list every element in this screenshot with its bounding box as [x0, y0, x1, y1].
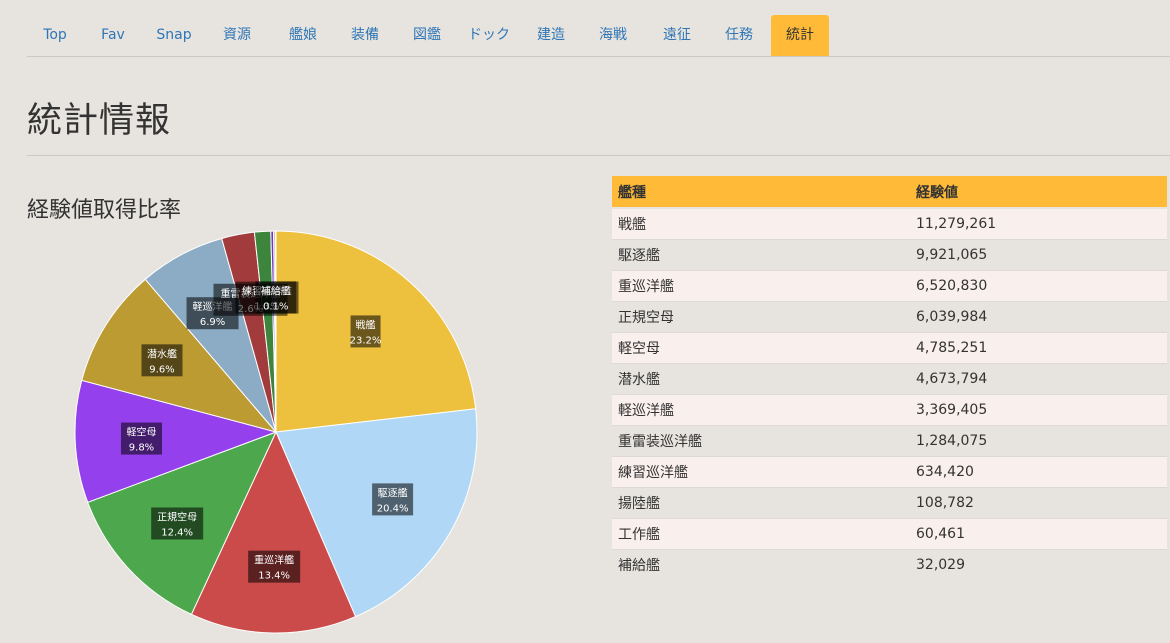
table-row: 戦艦 11,279,261 [612, 207, 1167, 240]
cell-ship-type: 重巡洋艦 [612, 270, 910, 302]
pie-label-percent-4: 9.8% [129, 443, 154, 454]
cell-exp: 4,673,794 [910, 363, 1167, 395]
page-title: 統計情報 [27, 101, 172, 141]
pie-label-name-0: 戦艦 [356, 318, 376, 331]
cell-ship-type: 揚陸艦 [612, 487, 910, 519]
cell-exp: 9,921,065 [910, 239, 1167, 271]
cell-exp: 108,782 [910, 487, 1167, 519]
table-row: 重雷装巡洋艦 1,284,075 [612, 425, 1167, 457]
table-row: 潜水艦 4,673,794 [612, 363, 1167, 395]
pie-label-5: 潜水艦 9.6% [141, 344, 183, 377]
nav-tab-12[interactable]: 統計 [771, 15, 829, 56]
cell-ship-type: 正規空母 [612, 301, 910, 333]
nav-tab-3[interactable]: 資源 [205, 15, 269, 56]
pie-label-11: 補給艦 0.1% [255, 281, 297, 314]
pie-label-percent-1: 20.4% [377, 503, 409, 514]
pie-label-percent-5: 9.6% [149, 364, 174, 375]
table-row: 軽巡洋艦 3,369,405 [612, 394, 1167, 426]
pie-label-2: 重巡洋艦 13.4% [248, 550, 301, 583]
pie-label-name-1: 駆逐艦 [378, 486, 408, 499]
table-row: 工作艦 60,461 [612, 518, 1167, 550]
cell-ship-type: 補給艦 [612, 549, 910, 580]
pie-label-name-11: 補給艦 [261, 284, 291, 297]
cell-exp: 32,029 [910, 549, 1167, 580]
nav-tab-1[interactable]: Fav [85, 15, 141, 56]
pie-label-percent-6: 6.9% [200, 317, 225, 328]
pie-label-4: 軽空母 9.8% [120, 422, 162, 455]
table-row: 軽空母 4,785,251 [612, 332, 1167, 364]
cell-exp: 1,284,075 [910, 425, 1167, 457]
nav-tab-0[interactable]: Top [27, 15, 83, 56]
nav-tab-4[interactable]: 艦娘 [271, 15, 335, 56]
nav-tab-2[interactable]: Snap [145, 15, 203, 56]
cell-ship-type: 戦艦 [612, 207, 910, 240]
exp-table: 艦種 経験値 戦艦 11,279,261 駆逐艦 9,921,065 重巡洋艦 6,520… [612, 176, 1167, 580]
cell-exp: 11,279,261 [910, 207, 1167, 240]
table-row: 補給艦 32,029 [612, 549, 1167, 580]
pie-label-1: 駆逐艦 20.4% [372, 483, 414, 516]
nav-tab-10[interactable]: 遠征 [645, 15, 709, 56]
cell-ship-type: 軽巡洋艦 [612, 394, 910, 426]
header-exp: 経験値 [910, 176, 1167, 209]
pie-label-percent-3: 12.4% [161, 527, 193, 538]
cell-ship-type: 駆逐艦 [612, 239, 910, 271]
pie-label-0: 戦艦 23.2% [350, 315, 382, 348]
table-row: 正規空母 6,039,984 [612, 301, 1167, 333]
nav-tab-6[interactable]: 図鑑 [395, 15, 459, 56]
cell-ship-type: 潜水艦 [612, 363, 910, 395]
nav-tabs: Top Fav Snap 資源 艦娘 装備 図鑑 ドック 建造 海戦 遠征 任務 統計 [27, 15, 1170, 57]
table-row: 揚陸艦 108,782 [612, 487, 1167, 519]
cell-exp: 6,520,830 [910, 270, 1167, 302]
cell-ship-type: 工作艦 [612, 518, 910, 550]
header-ship-type: 艦種 [612, 176, 910, 209]
nav-tab-7[interactable]: ドック [457, 15, 521, 56]
title-divider [27, 155, 1170, 156]
pie-label-3: 正規空母 12.4% [151, 507, 204, 540]
cell-exp: 60,461 [910, 518, 1167, 550]
table-header-row: 艦種 経験値 [612, 176, 1167, 209]
cell-ship-type: 練習巡洋艦 [612, 456, 910, 488]
cell-ship-type: 軽空母 [612, 332, 910, 364]
pie-label-percent-11: 0.1% [263, 301, 288, 312]
cell-exp: 3,369,405 [910, 394, 1167, 426]
nav-tab-9[interactable]: 海戦 [581, 15, 645, 56]
cell-ship-type: 重雷装巡洋艦 [612, 425, 910, 457]
exp-pie-chart: 戦艦 23.2% 駆逐艦 20.4% 重巡洋艦 13.4% 正規空母 12.4% 軽空母 9.8%… [74, 230, 478, 634]
pie-label-percent-0: 23.2% [350, 335, 382, 346]
table-row: 駆逐艦 9,921,065 [612, 239, 1167, 271]
cell-exp: 634,420 [910, 456, 1167, 488]
cell-exp: 6,039,984 [910, 301, 1167, 333]
pie-label-name-2: 重巡洋艦 [254, 554, 294, 567]
nav-tab-11[interactable]: 任務 [707, 15, 771, 56]
pie-label-name-4: 軽空母 [126, 426, 156, 439]
pie-label-percent-2: 13.4% [258, 571, 290, 582]
nav-tab-8[interactable]: 建造 [519, 15, 583, 56]
pie-label-name-3: 正規空母 [157, 510, 197, 523]
nav-tab-5[interactable]: 装備 [333, 15, 397, 56]
table-row: 練習巡洋艦 634,420 [612, 456, 1167, 488]
table-row: 重巡洋艦 6,520,830 [612, 270, 1167, 302]
pie-label-name-5: 潜水艦 [147, 347, 177, 360]
cell-exp: 4,785,251 [910, 332, 1167, 364]
